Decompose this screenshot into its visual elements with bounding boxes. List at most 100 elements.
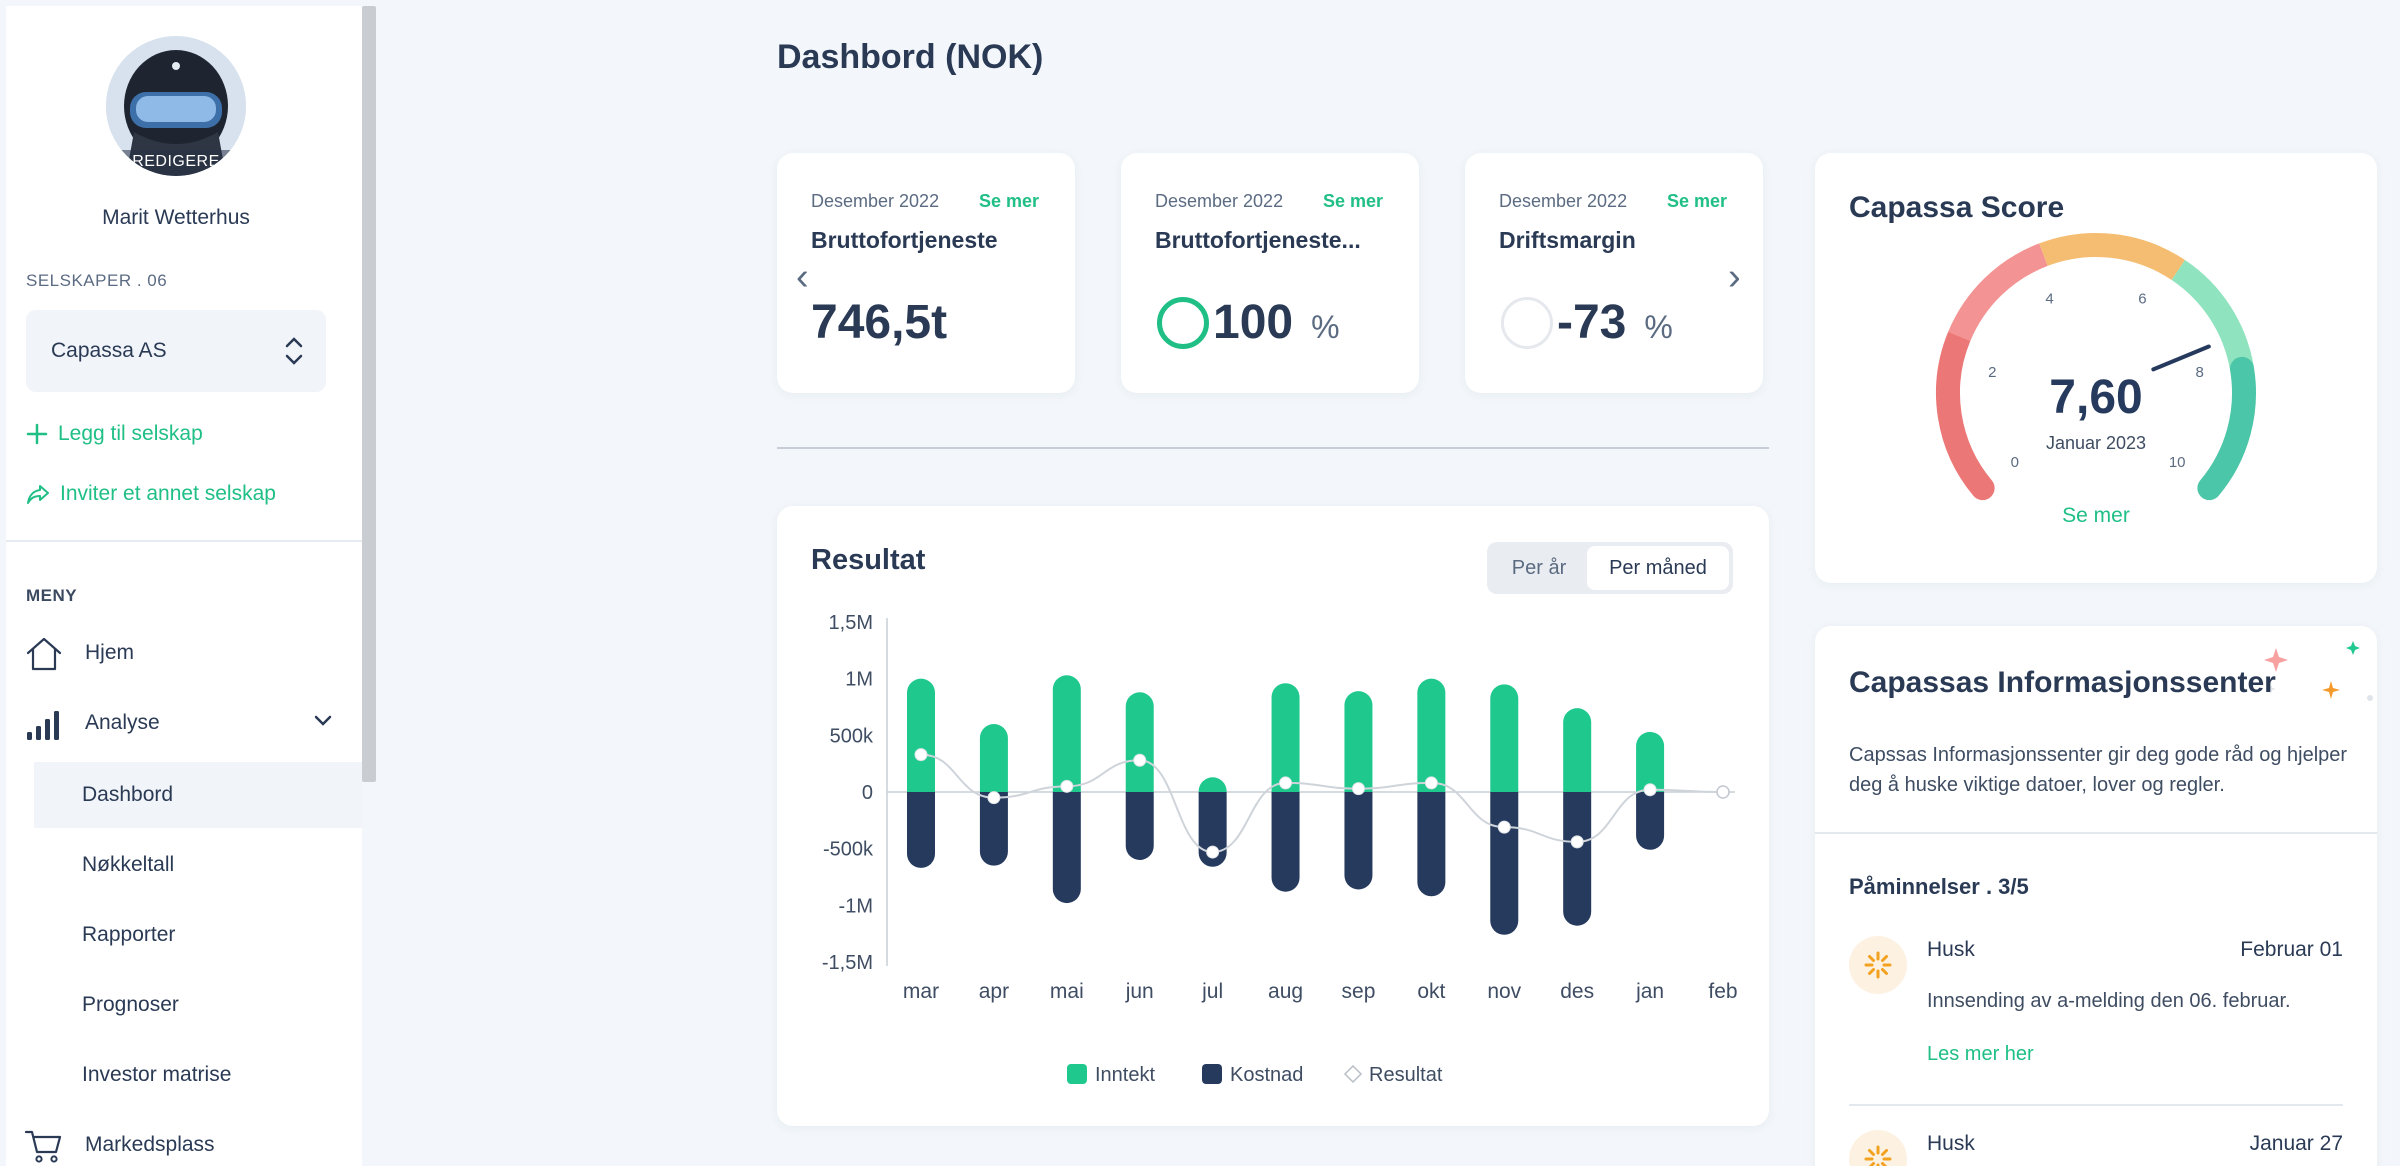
- sidebar-item-marketplace[interactable]: Markedsplass: [6, 1112, 362, 1166]
- toggle-per-month[interactable]: Per måned: [1587, 546, 1729, 590]
- gauge-segment: [2039, 233, 2186, 281]
- progress-ring-icon: [1157, 296, 1209, 349]
- x-tick-label: nov: [1487, 980, 1521, 1003]
- kpi-value-group: 746,5t: [811, 295, 947, 350]
- sidebar-scrollbar[interactable]: [362, 6, 376, 782]
- sidebar-item-investor-matrix[interactable]: Investor matrise: [6, 1042, 362, 1108]
- toggle-per-year[interactable]: Per år: [1491, 546, 1587, 590]
- cost-bar: [907, 792, 935, 868]
- income-bar: [1636, 731, 1665, 792]
- chevron-down-icon[interactable]: [314, 714, 332, 728]
- x-tick-label: jan: [1635, 980, 1664, 1003]
- add-company-label: Legg til selskap: [58, 422, 203, 445]
- sidebar-item-home[interactable]: Hjem: [6, 620, 362, 686]
- gauge-tick-label: 4: [2045, 291, 2053, 308]
- result-point: [1133, 753, 1147, 767]
- carousel-next-icon[interactable]: ›: [1728, 256, 1741, 299]
- x-tick-label: apr: [979, 980, 1009, 1003]
- legend-income-swatch: [1067, 1064, 1087, 1084]
- cost-bar: [1417, 792, 1446, 897]
- chart-title: Resultat: [811, 544, 926, 576]
- x-tick-label: feb: [1708, 980, 1737, 1003]
- kpi-card-gross-profit: Desember 2022 Se mer Bruttofortjeneste 7…: [777, 153, 1075, 393]
- result-point: [1279, 776, 1293, 790]
- gauge-segment: [1948, 243, 2048, 342]
- sidebar-item-reports[interactable]: Rapporter: [6, 902, 362, 968]
- x-tick-label: mar: [903, 980, 939, 1003]
- income-bar: [1125, 692, 1154, 792]
- sidebar-item-forecasts[interactable]: Prognoser: [6, 972, 362, 1038]
- x-tick-label: sep: [1342, 980, 1376, 1003]
- home-icon: [26, 637, 62, 671]
- y-tick-label: 1,5M: [829, 612, 873, 634]
- x-tick-label: jul: [1201, 980, 1223, 1003]
- kpi-date: Desember 2022: [1499, 191, 1628, 211]
- invite-company-link[interactable]: Inviter et annet selskap: [26, 482, 276, 506]
- section-divider: [777, 447, 1769, 449]
- reminder-divider: [1849, 1104, 2343, 1106]
- score-gauge: 0 2 4 6 8 10 7,60 Januar 2023 Se mer: [1936, 233, 2256, 527]
- legend-result-swatch: [1343, 1064, 1363, 1084]
- income-bar: [1198, 777, 1227, 792]
- avatar[interactable]: REDIGERE: [106, 36, 246, 176]
- y-tick-label: 1M: [845, 669, 873, 691]
- period-toggle[interactable]: Per år Per måned: [1487, 542, 1733, 594]
- kpi-title: Bruttofortjeneste...: [1155, 227, 1361, 253]
- gauge-tick-label: 0: [2011, 454, 2019, 471]
- avatar-edit-label[interactable]: REDIGERE: [106, 150, 246, 176]
- reminder-date: Januar 27: [2249, 1132, 2343, 1155]
- kpi-value: 100: [1213, 296, 1294, 349]
- gauge-tick-label: 6: [2138, 291, 2146, 308]
- income-bar: [1052, 675, 1081, 792]
- carousel-prev-icon[interactable]: ‹: [796, 256, 809, 299]
- sun-icon: [1864, 951, 1892, 979]
- income-bar: [979, 724, 1008, 792]
- kpi-see-more-link[interactable]: Se mer: [979, 191, 1039, 212]
- kpi-card-operating-margin: Desember 2022 Se mer Driftsmargin -73 %: [1465, 153, 1763, 393]
- kpi-date: Desember 2022: [811, 191, 940, 211]
- sidebar-item-key-figures[interactable]: Nøkkeltall: [6, 832, 362, 898]
- kpi-value: 746,5t: [811, 296, 948, 349]
- kpi-see-more-link[interactable]: Se mer: [1667, 191, 1727, 212]
- score-see-more-link[interactable]: Se mer: [2062, 504, 2130, 527]
- sidebar: REDIGERE Marit Wetterhus SELSKAPER . 06 …: [6, 6, 362, 1166]
- company-select[interactable]: Capassa AS: [26, 310, 326, 392]
- sidebar-item-analysis[interactable]: Analyse: [6, 690, 362, 756]
- sidebar-divider: [6, 540, 362, 542]
- result-point: [1570, 835, 1584, 849]
- add-company-link[interactable]: Legg til selskap: [26, 422, 203, 446]
- score-period: Januar 2023: [2046, 433, 2146, 453]
- kpi-title: Driftsmargin: [1499, 227, 1636, 253]
- reminder-name: Husk: [1927, 938, 1975, 961]
- sidebar-item-dashboard[interactable]: Dashbord: [34, 762, 362, 828]
- result-line: [920, 753, 1724, 854]
- info-description: Capssas Informasjonssenter gir deg gode …: [1849, 744, 2348, 796]
- info-title: Capassas Informasjonssenter: [1849, 666, 2276, 699]
- y-tick-label: 500k: [830, 725, 874, 747]
- gauge-segment: [1936, 324, 1995, 501]
- cost-bar: [1052, 792, 1081, 904]
- result-point: [1351, 782, 1365, 796]
- result-point: [1206, 845, 1220, 859]
- bar-chart-icon: [27, 711, 59, 740]
- kpi-see-more-link[interactable]: Se mer: [1323, 191, 1383, 212]
- reminder-text: Innsending av a-melding den 06. februar.: [1927, 990, 2291, 1012]
- gauge-segment: [2197, 356, 2256, 501]
- result-point: [1060, 779, 1074, 793]
- x-tick-label: aug: [1268, 980, 1303, 1003]
- progress-ring-icon: [1501, 296, 1553, 349]
- reminder-icon: [1849, 936, 1907, 994]
- sidebar-item-marketplace-label: Markedsplass: [85, 1133, 215, 1156]
- sidebar-item-investor-matrix-label: Investor matrise: [82, 1063, 232, 1086]
- companies-label: SELSKAPER . 06: [26, 271, 168, 290]
- kpi-value-group: -73 %: [1501, 295, 1673, 350]
- kpi-unit: %: [1311, 309, 1340, 345]
- cart-icon: [24, 1130, 62, 1163]
- legend-cost-label: Kostnad: [1230, 1064, 1303, 1086]
- y-tick-label: -1,5M: [822, 952, 873, 974]
- y-tick-label: -1M: [839, 895, 873, 917]
- cost-bar: [1125, 792, 1154, 860]
- reminder-read-more-link[interactable]: Les mer her: [1927, 1043, 2034, 1066]
- cost-bar: [1563, 792, 1592, 926]
- kpi-unit: %: [1644, 309, 1673, 345]
